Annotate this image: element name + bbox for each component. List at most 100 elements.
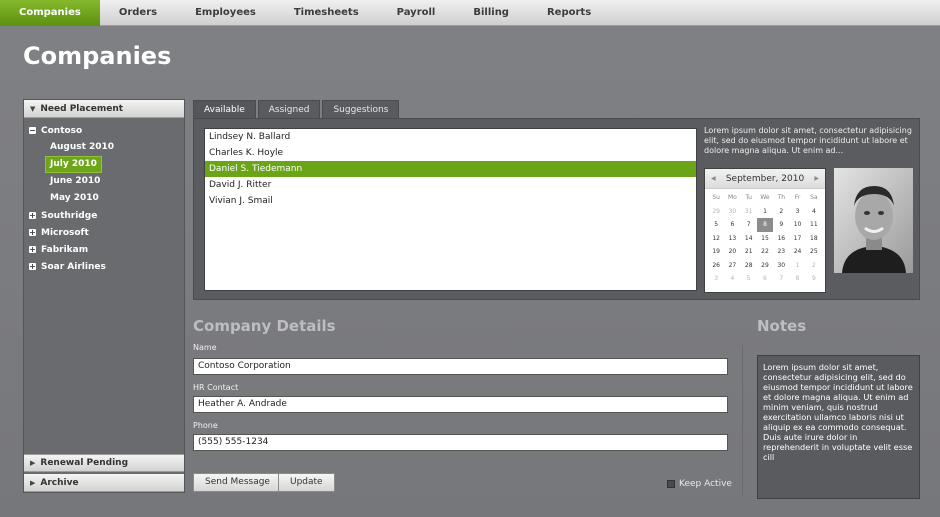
nav-orders[interactable]: Orders (100, 0, 176, 26)
tree-month-may[interactable]: May 2010 (29, 190, 184, 207)
list-item[interactable]: Lindsey N. Ballard (205, 129, 696, 145)
nav-timesheets[interactable]: Timesheets (275, 0, 378, 26)
tree-node-label: Soar Airlines (41, 261, 106, 272)
checkbox-icon[interactable] (667, 480, 675, 488)
calendar: ◀ September, 2010 ▶ Su Mo Tu We Th Fr Sa 29 30 31… (704, 168, 826, 293)
list-item-selected[interactable]: Daniel S. Tiedemann (205, 161, 696, 177)
calendar-day[interactable]: 29 (757, 259, 773, 273)
calendar-day[interactable]: 30 (724, 205, 740, 219)
list-item[interactable]: Vivian J. Smail (205, 193, 696, 209)
update-button[interactable]: Update (278, 473, 335, 492)
nav-companies[interactable]: Companies (0, 0, 100, 26)
calendar-header: ◀ September, 2010 ▶ (705, 169, 825, 189)
calendar-day[interactable]: 17 (789, 232, 805, 246)
tree-month-august[interactable]: August 2010 (29, 139, 184, 156)
calendar-day[interactable]: 30 (773, 259, 789, 273)
app-window: Companies Orders Employees Timesheets Pa… (0, 0, 940, 517)
calendar-day[interactable]: 29 (708, 205, 724, 219)
selected-month-label: July 2010 (45, 156, 102, 173)
accordion-archive[interactable]: ▶ Archive (24, 474, 184, 492)
calendar-day[interactable]: 9 (806, 272, 822, 286)
calendar-day[interactable]: 28 (741, 259, 757, 273)
tab-assigned[interactable]: Assigned (257, 100, 321, 118)
keep-active-toggle[interactable]: Keep Active (667, 479, 732, 489)
calendar-day[interactable]: 6 (757, 272, 773, 286)
hr-contact-field[interactable]: Heather A. Andrade (193, 396, 728, 413)
tree-node-fabrikam[interactable]: + Fabrikam (29, 241, 184, 258)
calendar-day[interactable]: 10 (789, 218, 805, 232)
calendar-title: September, 2010 (725, 173, 805, 184)
calendar-dow: Fr (794, 194, 801, 201)
calendar-day[interactable]: 4 (806, 205, 822, 219)
tab-available[interactable]: Available (193, 100, 256, 118)
calendar-day[interactable]: 14 (741, 232, 757, 246)
calendar-day[interactable]: 22 (757, 245, 773, 259)
tree-node-microsoft[interactable]: + Microsoft (29, 224, 184, 241)
calendar-day[interactable]: 19 (708, 245, 724, 259)
calendar-day[interactable]: 1 (757, 205, 773, 219)
phone-field[interactable]: (555) 555-1234 (193, 434, 728, 451)
tree-node-contoso[interactable]: − Contoso (29, 122, 184, 139)
calendar-day[interactable]: 8 (756, 218, 774, 232)
nav-reports[interactable]: Reports (528, 0, 610, 26)
accordion-label: Archive (40, 477, 79, 488)
tree-node-soar-airlines[interactable]: + Soar Airlines (29, 258, 184, 275)
collapse-icon[interactable]: − (29, 127, 36, 135)
expand-icon[interactable]: + (29, 246, 36, 254)
accordion-need-placement[interactable]: ▼ Need Placement (24, 100, 184, 118)
list-item[interactable]: Charles K. Hoyle (205, 145, 696, 161)
calendar-day[interactable]: 2 (773, 205, 789, 219)
calendar-day[interactable]: 3 (708, 272, 724, 286)
calendar-day[interactable]: 31 (741, 205, 757, 219)
calendar-day[interactable]: 27 (724, 259, 740, 273)
calendar-day[interactable]: 7 (773, 272, 789, 286)
send-message-button[interactable]: Send Message (193, 473, 282, 492)
calendar-day[interactable]: 5 (708, 218, 724, 232)
calendar-day[interactable]: 20 (724, 245, 740, 259)
nav-billing[interactable]: Billing (454, 0, 528, 26)
name-field[interactable]: Contoso Corporation (193, 358, 728, 375)
calendar-dow: Sa (810, 194, 818, 201)
calendar-day[interactable]: 2 (806, 259, 822, 273)
calendar-day[interactable]: 4 (724, 272, 740, 286)
calendar-day[interactable]: 26 (708, 259, 724, 273)
nav-payroll[interactable]: Payroll (378, 0, 455, 26)
expand-icon[interactable]: + (29, 229, 36, 237)
calendar-day[interactable]: 3 (789, 205, 805, 219)
candidate-list[interactable]: Lindsey N. Ballard Charles K. Hoyle Dani… (204, 128, 697, 291)
page-title: Companies (23, 42, 172, 70)
calendar-day[interactable]: 11 (806, 218, 822, 232)
calendar-day[interactable]: 12 (708, 232, 724, 246)
top-nav: Companies Orders Employees Timesheets Pa… (0, 0, 940, 26)
calendar-day[interactable]: 1 (789, 259, 805, 273)
notes-heading: Notes (757, 317, 807, 335)
list-item[interactable]: David J. Ritter (205, 177, 696, 193)
calendar-day[interactable]: 7 (741, 218, 757, 232)
calendar-day[interactable]: 21 (741, 245, 757, 259)
tree-node-southridge[interactable]: + Southridge (29, 207, 184, 224)
calendar-day[interactable]: 5 (741, 272, 757, 286)
tab-suggestions[interactable]: Suggestions (322, 100, 400, 118)
calendar-day[interactable]: 8 (789, 272, 805, 286)
accordion-renewal-pending[interactable]: ▶ Renewal Pending (24, 454, 184, 472)
calendar-day[interactable]: 23 (773, 245, 789, 259)
calendar-day[interactable]: 13 (724, 232, 740, 246)
calendar-dow: Tu (745, 194, 752, 201)
expand-icon[interactable]: + (29, 263, 36, 271)
next-month-icon[interactable]: ▶ (814, 175, 819, 182)
notes-textarea[interactable]: Lorem ipsum dolor sit amet, consectetur … (757, 355, 920, 499)
calendar-day[interactable]: 6 (724, 218, 740, 232)
name-label: Name (193, 343, 217, 352)
tree-node-label: Fabrikam (41, 244, 89, 255)
calendar-day[interactable]: 24 (789, 245, 805, 259)
tree-month-july[interactable]: July 2010 (29, 156, 184, 173)
calendar-day[interactable]: 18 (806, 232, 822, 246)
calendar-day[interactable]: 25 (806, 245, 822, 259)
nav-employees[interactable]: Employees (176, 0, 275, 26)
calendar-day[interactable]: 15 (757, 232, 773, 246)
expand-icon[interactable]: + (29, 212, 36, 220)
prev-month-icon[interactable]: ◀ (711, 175, 716, 182)
tree-month-june[interactable]: June 2010 (29, 173, 184, 190)
calendar-day[interactable]: 9 (773, 218, 789, 232)
calendar-day[interactable]: 16 (773, 232, 789, 246)
